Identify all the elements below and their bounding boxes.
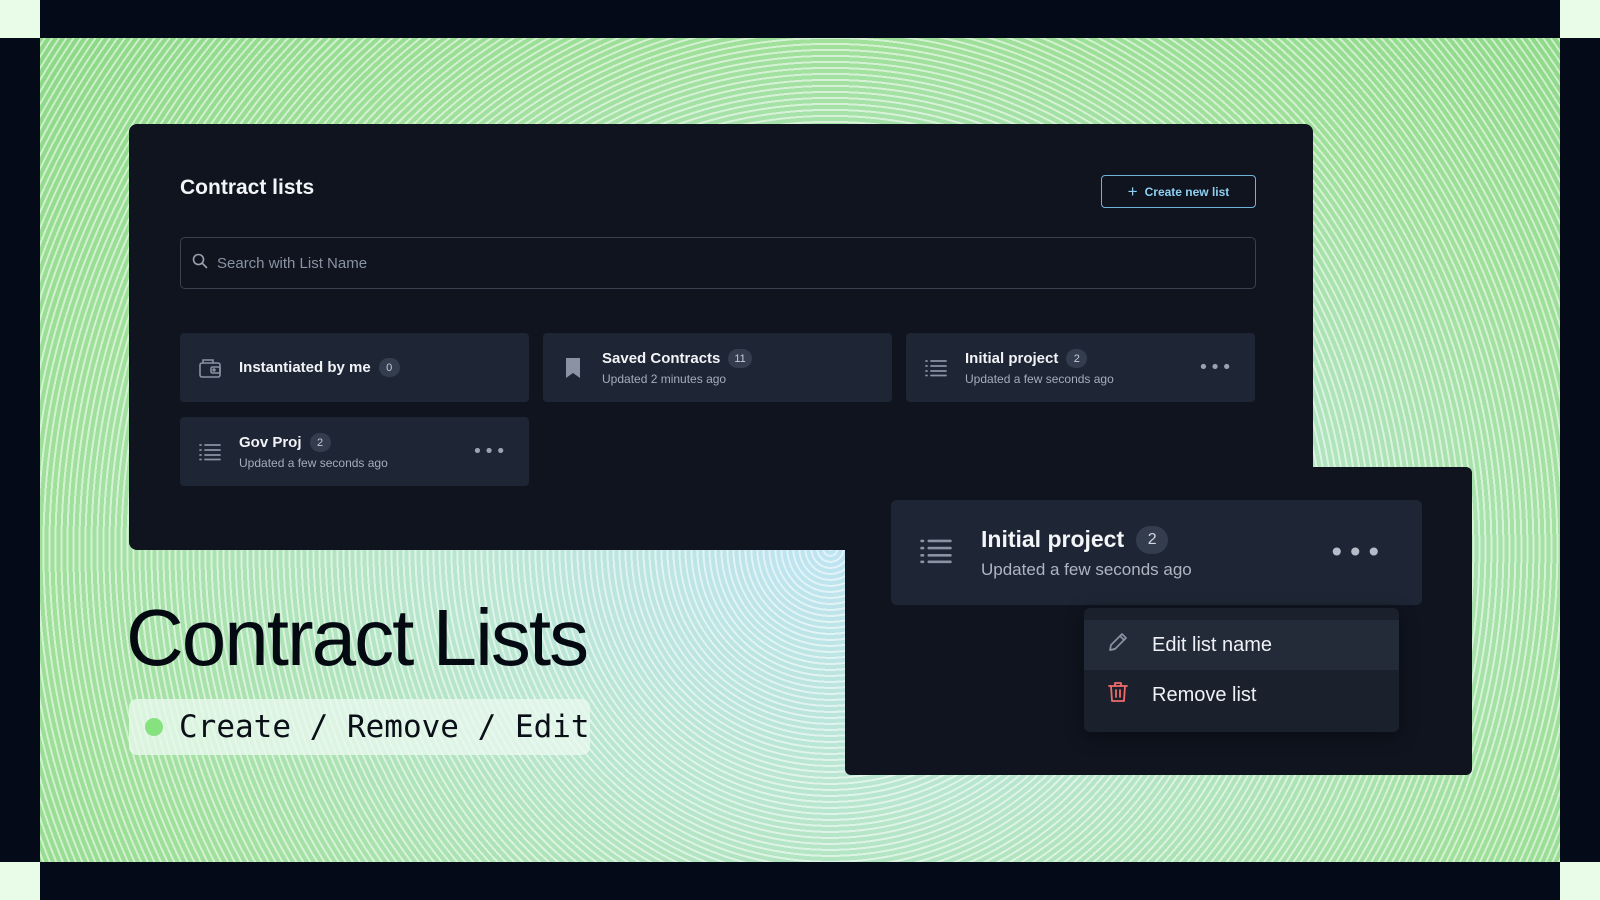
updated-timestamp: Updated a few seconds ago <box>239 456 388 470</box>
menu-item-label: Edit list name <box>1152 633 1273 656</box>
list-card-instantiated[interactable]: Instantiated by me 0 <box>180 333 529 402</box>
create-new-list-button[interactable]: + Create new list <box>1101 175 1256 208</box>
count-badge: 2 <box>1066 349 1088 368</box>
list-name: Initial project <box>981 526 1125 552</box>
list-card-initial-project-zoomed[interactable]: Initial project 2 Updated a few seconds … <box>891 500 1422 605</box>
corner-block <box>0 862 40 900</box>
more-options-icon[interactable]: ••• <box>1328 538 1384 567</box>
pencil-icon <box>1106 630 1130 660</box>
context-menu: Edit list name Remove list <box>1084 608 1399 732</box>
status-dot <box>145 718 163 736</box>
create-new-list-label: Create new list <box>1144 184 1230 199</box>
list-name: Instantiated by me <box>239 359 371 376</box>
list-icon <box>924 356 948 380</box>
search-icon <box>192 253 208 273</box>
more-options-icon[interactable]: ••• <box>1198 358 1233 377</box>
corner-block <box>0 0 40 38</box>
count-badge: 2 <box>309 433 331 452</box>
corner-block <box>1560 862 1600 900</box>
updated-timestamp: Updated a few seconds ago <box>981 559 1192 579</box>
list-card-gov-proj[interactable]: Gov Proj 2 Updated a few seconds ago ••• <box>180 417 529 486</box>
count-badge: 11 <box>728 349 752 368</box>
count-badge: 2 <box>1136 525 1169 554</box>
updated-timestamp: Updated 2 minutes ago <box>602 372 727 386</box>
count-badge: 0 <box>378 358 400 377</box>
more-options-icon[interactable]: ••• <box>472 442 507 461</box>
folder-icon <box>198 356 222 380</box>
list-name: Initial project <box>965 350 1059 367</box>
list-card-saved-contracts[interactable]: Saved Contracts 11 Updated 2 minutes ago <box>543 333 892 402</box>
list-name: Saved Contracts <box>602 350 721 367</box>
bookmark-icon <box>561 356 585 380</box>
page-title: Contract lists <box>180 176 315 199</box>
corner-block <box>1560 0 1600 38</box>
list-icon <box>198 440 222 464</box>
plus-icon: + <box>1127 182 1138 201</box>
tagline-text: Create / Remove / Edit <box>179 709 590 745</box>
trash-icon <box>1106 680 1130 710</box>
updated-timestamp: Updated a few seconds ago <box>965 372 1114 386</box>
search-bar <box>180 237 1256 289</box>
menu-item-label: Remove list <box>1152 683 1257 706</box>
search-input[interactable] <box>217 238 1255 288</box>
zoomed-detail-panel: Initial project 2 Updated a few seconds … <box>845 467 1472 775</box>
list-icon <box>918 538 954 568</box>
hero-title: Contract Lists <box>126 593 589 682</box>
list-name: Gov Proj <box>239 434 302 451</box>
menu-item-remove-list[interactable]: Remove list <box>1084 670 1399 720</box>
feature-tagline: Create / Remove / Edit <box>129 699 590 755</box>
list-card-initial-project[interactable]: Initial project 2 Updated a few seconds … <box>906 333 1255 402</box>
menu-item-edit-list-name[interactable]: Edit list name <box>1084 620 1399 670</box>
